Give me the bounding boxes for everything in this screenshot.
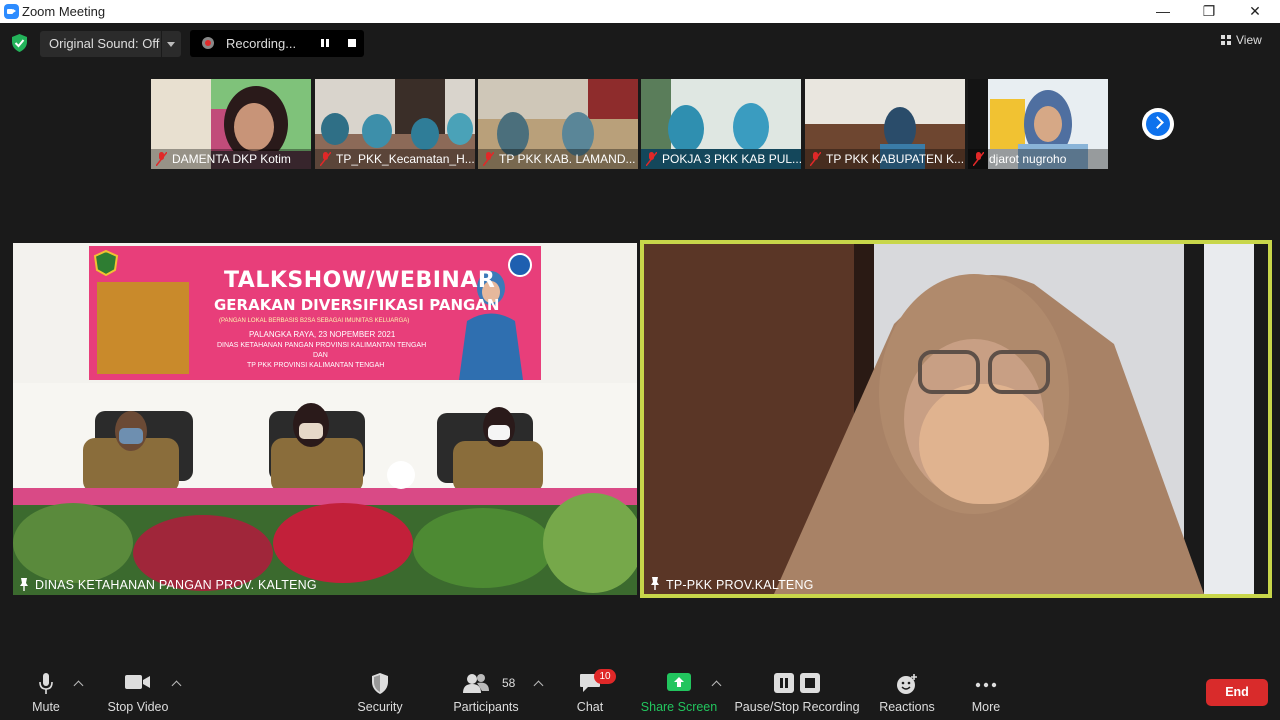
- gallery-tile[interactable]: TP_PKK_Kecamatan_H...: [315, 79, 475, 169]
- chevron-up-icon[interactable]: [533, 680, 544, 691]
- webinar-banner: TALKSHOW/WEBINAR GERAKAN DIVERSIFIKASI P…: [89, 246, 541, 380]
- pause-stop-recording-icon: [774, 673, 820, 693]
- pause-stop-recording-label: Pause/Stop Recording: [734, 700, 860, 714]
- gallery-tile[interactable]: POKJA 3 PKK KAB PUL...: [641, 79, 801, 169]
- pin-icon: [651, 577, 659, 590]
- original-sound-label: Original Sound: Off: [49, 36, 160, 51]
- participant-name: DINAS KETAHANAN PANGAN PROV. KALTENG: [35, 578, 317, 592]
- smiley-icon: [897, 674, 917, 694]
- stop-video-button[interactable]: Stop Video: [102, 660, 174, 720]
- video-tile-right-active-speaker[interactable]: TP-PKK PROV.KALTENG: [640, 240, 1272, 598]
- mute-label: Mute: [32, 700, 60, 714]
- gallery-tile[interactable]: TP PKK KAB. LAMAND...: [478, 79, 638, 169]
- food-photos: [97, 282, 189, 374]
- security-button[interactable]: Security: [350, 660, 410, 720]
- security-shield-icon[interactable]: [11, 34, 28, 52]
- window-titlebar: Zoom Meeting — ❐ ✕: [0, 0, 1280, 23]
- stop-video-label: Stop Video: [107, 700, 169, 714]
- participant-name: TP PKK KABUPATEN K...: [826, 152, 965, 166]
- reactions-label: Reactions: [879, 700, 935, 714]
- recording-indicator: Recording...: [190, 30, 364, 57]
- chevron-up-icon[interactable]: [73, 680, 84, 691]
- participants-count: 58: [502, 676, 516, 690]
- zoom-app-icon: [4, 4, 19, 19]
- share-screen-icon: [667, 673, 691, 691]
- stop-recording-icon[interactable]: [341, 32, 363, 54]
- participants-button[interactable]: Participants: [450, 660, 522, 720]
- participants-label: Participants: [453, 700, 519, 714]
- recording-dot-icon: [202, 37, 214, 49]
- share-screen-label: Share Screen: [640, 700, 718, 714]
- more-label: More: [971, 700, 1001, 714]
- banner-subtitle: GERAKAN DIVERSIFIKASI PANGAN: [214, 296, 500, 314]
- regional-emblem-icon: [93, 250, 119, 276]
- gallery-tile[interactable]: DAMENTA DKP Kotim: [151, 79, 311, 169]
- pin-icon: [20, 578, 28, 591]
- pause-stop-recording-button[interactable]: Pause/Stop Recording: [734, 660, 860, 720]
- banner-organizer: DINAS KETAHANAN PANGAN PROVINSI KALIMANT…: [217, 342, 427, 349]
- end-meeting-button[interactable]: End: [1206, 679, 1268, 706]
- mic-muted-icon: [810, 152, 821, 166]
- participant-name: POKJA 3 PKK KAB PUL...: [662, 152, 801, 166]
- mic-muted-icon: [973, 152, 984, 166]
- window-title: Zoom Meeting: [22, 4, 106, 19]
- more-dots-icon: [975, 682, 997, 688]
- banner-tagline: (PANGAN LOKAL BERBASIS B2SA SEBAGAI IMUN…: [219, 318, 410, 324]
- banner-date: PALANGKA RAYA, 23 NOPEMBER 2021: [249, 330, 396, 339]
- original-sound-button[interactable]: Original Sound: Off: [40, 31, 181, 57]
- participant-name: TP-PKK PROV.KALTENG: [666, 578, 814, 592]
- mic-muted-icon: [320, 152, 331, 166]
- security-label: Security: [357, 700, 403, 714]
- chevron-down-icon[interactable]: [167, 42, 175, 47]
- participant-name: djarot nugroho: [989, 152, 1067, 166]
- speaker-video: [644, 244, 1268, 594]
- mic-muted-icon: [156, 152, 167, 166]
- mic-muted-icon: [646, 152, 657, 166]
- video-tile-left[interactable]: TALKSHOW/WEBINAR GERAKAN DIVERSIFIKASI P…: [13, 243, 637, 595]
- security-shield-icon: [372, 673, 388, 694]
- restore-button[interactable]: ❐: [1186, 0, 1232, 23]
- pause-recording-icon[interactable]: [314, 32, 336, 54]
- chat-unread-badge: 10: [594, 669, 616, 684]
- chat-label: Chat: [576, 700, 604, 714]
- speaker-scene: [644, 244, 1268, 594]
- chevron-right-icon: [1151, 116, 1164, 129]
- banner-title: TALKSHOW/WEBINAR: [224, 268, 496, 293]
- share-screen-button[interactable]: Share Screen: [640, 660, 718, 720]
- microphone-icon: [39, 673, 53, 694]
- recording-status: Recording...: [226, 36, 297, 51]
- close-button[interactable]: ✕: [1232, 0, 1278, 23]
- participant-name: TP_PKK_Kecamatan_H...: [336, 152, 475, 166]
- view-label: View: [1236, 33, 1262, 47]
- banner-conjunction: DAN: [313, 352, 328, 359]
- banner-coorganizer: TP PKK PROVINSI KALIMANTAN TENGAH: [247, 362, 385, 369]
- minimize-button[interactable]: —: [1140, 0, 1186, 23]
- participant-name: DAMENTA DKP Kotim: [172, 152, 291, 166]
- reactions-button[interactable]: Reactions: [876, 660, 938, 720]
- more-button[interactable]: More: [960, 660, 1012, 720]
- view-button[interactable]: View: [1221, 33, 1262, 47]
- participant-name: TP PKK KAB. LAMAND...: [499, 152, 636, 166]
- meeting-toolbar: Mute Stop Video Security Participants Ch…: [0, 660, 1280, 720]
- participants-icon: [462, 674, 489, 693]
- next-page-button[interactable]: [1142, 108, 1174, 140]
- gallery-tile[interactable]: djarot nugroho: [968, 79, 1108, 169]
- gallery-tile[interactable]: TP PKK KABUPATEN K...: [805, 79, 965, 169]
- grid-icon: [1221, 35, 1231, 45]
- mic-muted-icon: [483, 152, 494, 166]
- divider: [161, 31, 162, 57]
- video-camera-icon: [125, 675, 150, 689]
- mute-button[interactable]: Mute: [20, 660, 72, 720]
